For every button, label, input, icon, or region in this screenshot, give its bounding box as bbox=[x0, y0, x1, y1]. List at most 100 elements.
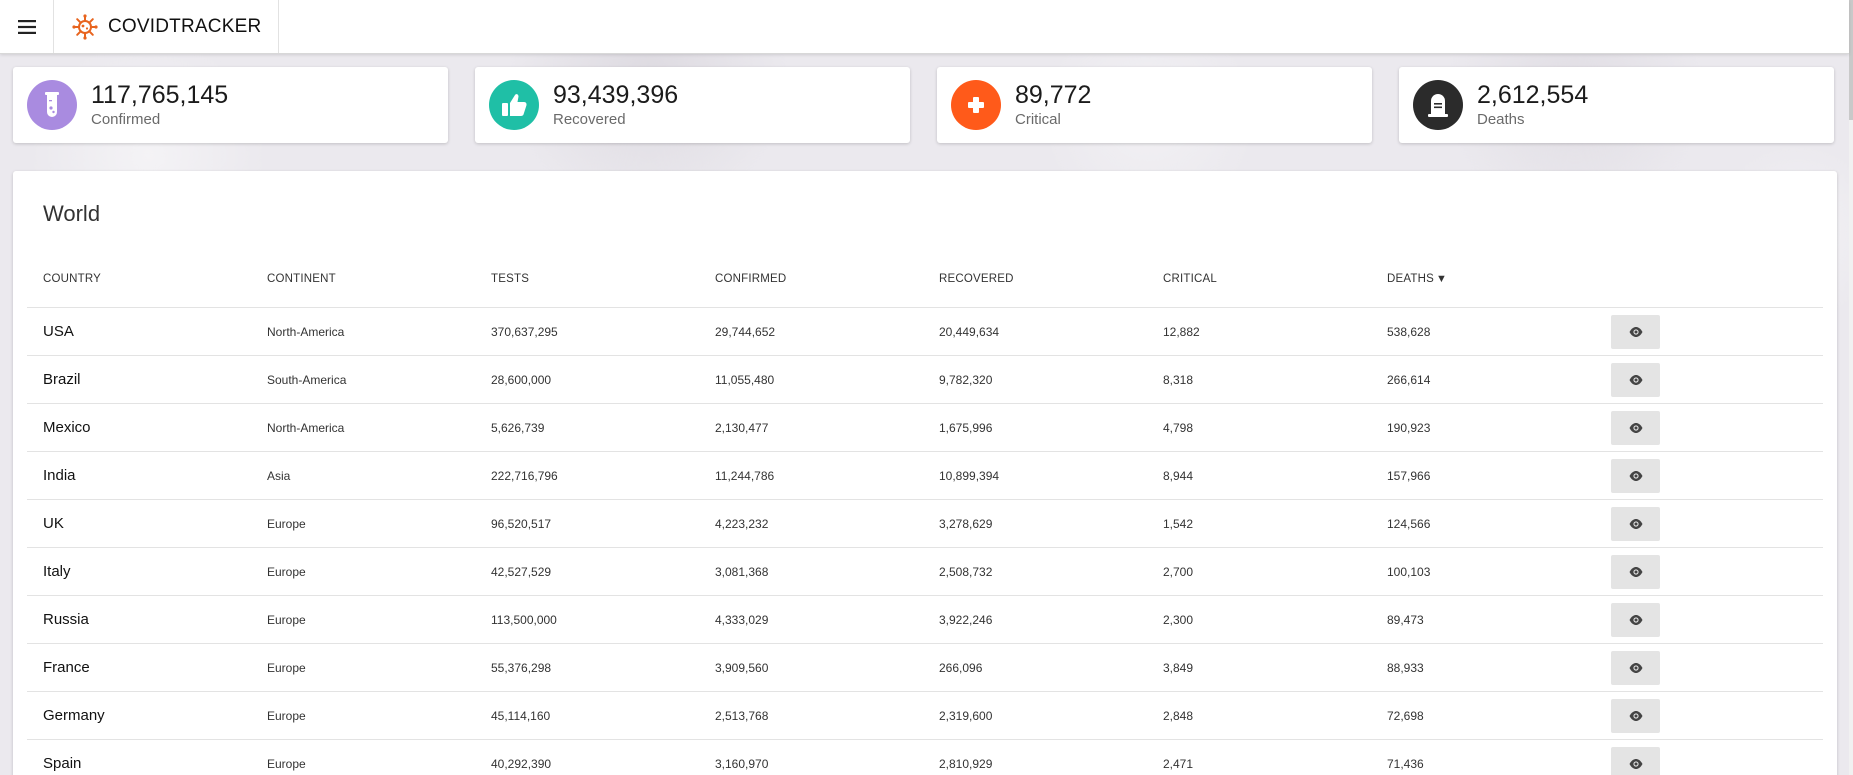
cell-tests: 28,600,000 bbox=[475, 355, 699, 404]
cell-recovered: 10,899,394 bbox=[923, 451, 1147, 500]
cell-continent: Europe bbox=[251, 499, 475, 548]
cell-country: India bbox=[27, 451, 251, 500]
column-header-continent[interactable]: CONTINENT bbox=[251, 251, 475, 308]
stat-label-confirmed: Confirmed bbox=[91, 110, 161, 128]
cell-actions bbox=[1595, 307, 1823, 356]
cell-critical: 2,848 bbox=[1147, 691, 1371, 740]
view-details-button[interactable] bbox=[1611, 458, 1660, 493]
column-header-label: RECOVERED bbox=[939, 273, 1014, 285]
eye-icon bbox=[1629, 662, 1642, 673]
stat-icon-deaths bbox=[1413, 80, 1463, 130]
cell-actions bbox=[1595, 547, 1823, 596]
view-details-button[interactable] bbox=[1611, 602, 1660, 637]
sort-descending-icon: ▼ bbox=[1436, 273, 1448, 285]
table-row[interactable]: Russia Europe 113,500,000 4,333,029 3,922,24… bbox=[27, 595, 1823, 644]
table-row[interactable]: Mexico North-America 5,626,739 2,130,477 1,6… bbox=[27, 403, 1823, 452]
column-header-recovered[interactable]: RECOVERED bbox=[923, 251, 1147, 308]
eye-icon bbox=[1629, 326, 1642, 337]
table-row[interactable]: Spain Europe 40,292,390 3,160,970 2,810,929 2… bbox=[27, 739, 1823, 775]
cell-continent: North-America bbox=[251, 403, 475, 452]
column-header-country[interactable]: COUNTRY bbox=[27, 251, 251, 308]
eye-icon bbox=[1629, 614, 1642, 625]
cell-critical: 4,798 bbox=[1147, 403, 1371, 452]
cell-actions bbox=[1595, 595, 1823, 644]
medical-cross-icon bbox=[968, 97, 984, 113]
cell-actions bbox=[1595, 499, 1823, 548]
table-row[interactable]: UK Europe 96,520,517 4,223,232 3,278,629 1,54… bbox=[27, 499, 1823, 548]
hamburger-menu-icon bbox=[17, 19, 36, 34]
view-details-button[interactable] bbox=[1611, 314, 1660, 349]
cell-recovered: 9,782,320 bbox=[923, 355, 1147, 404]
table-row[interactable]: USA North-America 370,637,295 29,744,652 20,… bbox=[27, 307, 1823, 356]
view-details-button[interactable] bbox=[1611, 362, 1660, 397]
column-header-label: DEATHS bbox=[1387, 273, 1434, 285]
cell-critical: 1,542 bbox=[1147, 499, 1371, 548]
cell-recovered: 3,922,246 bbox=[923, 595, 1147, 644]
cell-confirmed: 2,513,768 bbox=[699, 691, 923, 740]
brand[interactable]: COVIDTRACKER bbox=[54, 0, 279, 53]
cell-actions bbox=[1595, 451, 1823, 500]
stat-icon-confirmed bbox=[27, 80, 77, 130]
cell-confirmed: 3,160,970 bbox=[699, 739, 923, 775]
world-table-panel: World COUNTRY CONTINENT TESTS CONFIRMED … bbox=[13, 171, 1837, 775]
cell-country: Brazil bbox=[27, 355, 251, 404]
stat-card-confirmed: 117,765,145 Confirmed bbox=[13, 67, 448, 143]
view-details-button[interactable] bbox=[1611, 698, 1660, 733]
column-header-deaths[interactable]: DEATHS ▼ bbox=[1371, 251, 1595, 308]
view-details-button[interactable] bbox=[1611, 410, 1660, 445]
column-header-tests[interactable]: TESTS bbox=[475, 251, 699, 308]
cell-country: Russia bbox=[27, 595, 251, 644]
cell-critical: 3,849 bbox=[1147, 643, 1371, 692]
stat-value-critical: 89,772 bbox=[1015, 80, 1092, 109]
column-header-label: CRITICAL bbox=[1163, 273, 1217, 285]
column-header-label: COUNTRY bbox=[43, 273, 102, 285]
view-details-button[interactable] bbox=[1611, 746, 1660, 775]
cell-continent: Europe bbox=[251, 691, 475, 740]
tombstone-icon bbox=[1428, 94, 1448, 117]
table-body: USA North-America 370,637,295 29,744,652 20,… bbox=[27, 307, 1823, 775]
cell-country: UK bbox=[27, 499, 251, 548]
cell-country: Italy bbox=[27, 547, 251, 596]
view-details-button[interactable] bbox=[1611, 554, 1660, 589]
cell-confirmed: 3,081,368 bbox=[699, 547, 923, 596]
cell-confirmed: 2,130,477 bbox=[699, 403, 923, 452]
table-row[interactable]: France Europe 55,376,298 3,909,560 266,096 3,… bbox=[27, 643, 1823, 692]
table-row[interactable]: India Asia 222,716,796 11,244,786 10,899,394… bbox=[27, 451, 1823, 500]
cell-continent: Europe bbox=[251, 643, 475, 692]
stat-icon-critical bbox=[951, 80, 1001, 130]
cell-recovered: 266,096 bbox=[923, 643, 1147, 692]
menu-button[interactable] bbox=[0, 0, 54, 53]
column-header-critical[interactable]: CRITICAL bbox=[1147, 251, 1371, 308]
cell-country: Mexico bbox=[27, 403, 251, 452]
top-app-bar: COVIDTRACKER bbox=[0, 0, 1849, 54]
cell-country: France bbox=[27, 643, 251, 692]
cell-tests: 45,114,160 bbox=[475, 691, 699, 740]
stat-label-recovered: Recovered bbox=[553, 110, 626, 128]
cell-deaths: 190,923 bbox=[1371, 403, 1595, 452]
cell-tests: 42,527,529 bbox=[475, 547, 699, 596]
cell-critical: 2,471 bbox=[1147, 739, 1371, 775]
cell-actions bbox=[1595, 355, 1823, 404]
column-header-confirmed[interactable]: CONFIRMED bbox=[699, 251, 923, 308]
eye-icon bbox=[1629, 758, 1642, 769]
eye-icon bbox=[1629, 518, 1642, 529]
stat-card-recovered: 93,439,396 Recovered bbox=[475, 67, 910, 143]
table-row[interactable]: Germany Europe 45,114,160 2,513,768 2,319,60… bbox=[27, 691, 1823, 740]
eye-icon bbox=[1629, 422, 1642, 433]
stat-value-recovered: 93,439,396 bbox=[553, 80, 679, 109]
column-header-label: CONFIRMED bbox=[715, 273, 787, 285]
cell-confirmed: 29,744,652 bbox=[699, 307, 923, 356]
cell-tests: 370,637,295 bbox=[475, 307, 699, 356]
table-row[interactable]: Italy Europe 42,527,529 3,081,368 2,508,732 2… bbox=[27, 547, 1823, 596]
view-details-button[interactable] bbox=[1611, 506, 1660, 541]
table-row[interactable]: Brazil South-America 28,600,000 11,055,480 9… bbox=[27, 355, 1823, 404]
view-details-button[interactable] bbox=[1611, 650, 1660, 685]
cell-actions bbox=[1595, 403, 1823, 452]
stat-label-deaths: Deaths bbox=[1477, 110, 1525, 128]
scrollbar-thumb[interactable] bbox=[1849, 0, 1853, 120]
cell-deaths: 157,966 bbox=[1371, 451, 1595, 500]
cell-recovered: 2,810,929 bbox=[923, 739, 1147, 775]
vertical-scrollbar[interactable] bbox=[1849, 0, 1853, 775]
cell-continent: South-America bbox=[251, 355, 475, 404]
cell-deaths: 266,614 bbox=[1371, 355, 1595, 404]
